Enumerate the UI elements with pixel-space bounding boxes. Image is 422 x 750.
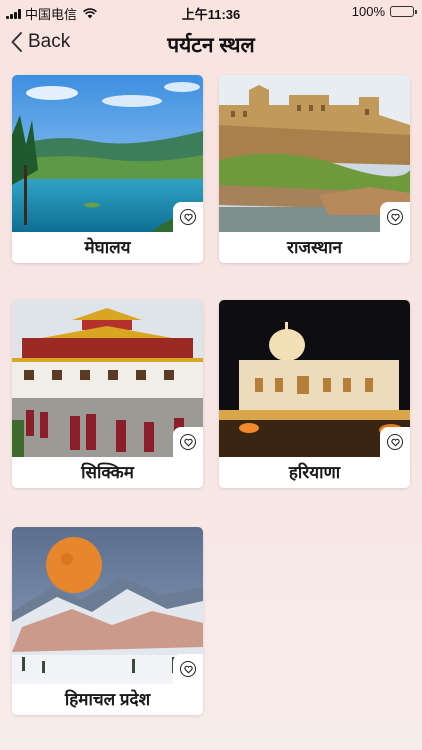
- heart-outline-icon: [180, 434, 196, 450]
- heart-outline-icon: [180, 661, 196, 677]
- place-card-sikkim[interactable]: सिक्किम: [12, 300, 203, 488]
- place-card-rajasthan[interactable]: राजस्थान: [219, 75, 410, 263]
- place-name: राजस्थान: [219, 232, 410, 263]
- heart-outline-icon: [387, 209, 403, 225]
- battery-percent: 100%: [351, 4, 385, 19]
- favorite-button[interactable]: [173, 427, 203, 457]
- place-card-haryana[interactable]: हरियाणा: [219, 300, 410, 488]
- favorite-button[interactable]: [173, 202, 203, 232]
- battery-icon: [390, 6, 417, 17]
- favorite-button[interactable]: [380, 202, 410, 232]
- navigation-bar: Back पर्यटन स्थल: [0, 22, 422, 66]
- page-title: पर्यटन स्थल: [167, 34, 255, 57]
- heart-outline-icon: [387, 434, 403, 450]
- place-name: सिक्किम: [12, 457, 203, 488]
- place-name: हरियाणा: [219, 457, 410, 488]
- place-card-himachal-pradesh[interactable]: हिमाचल प्रदेश: [12, 527, 203, 715]
- favorite-button[interactable]: [380, 427, 410, 457]
- place-name: हिमाचल प्रदेश: [12, 684, 203, 715]
- place-card-meghalaya[interactable]: मेघालय: [12, 75, 203, 263]
- status-right: 100%: [351, 4, 417, 19]
- favorite-button[interactable]: [173, 654, 203, 684]
- heart-outline-icon: [180, 209, 196, 225]
- place-name: मेघालय: [12, 232, 203, 263]
- status-bar: 中国电信 上午11:36 100%: [0, 0, 422, 22]
